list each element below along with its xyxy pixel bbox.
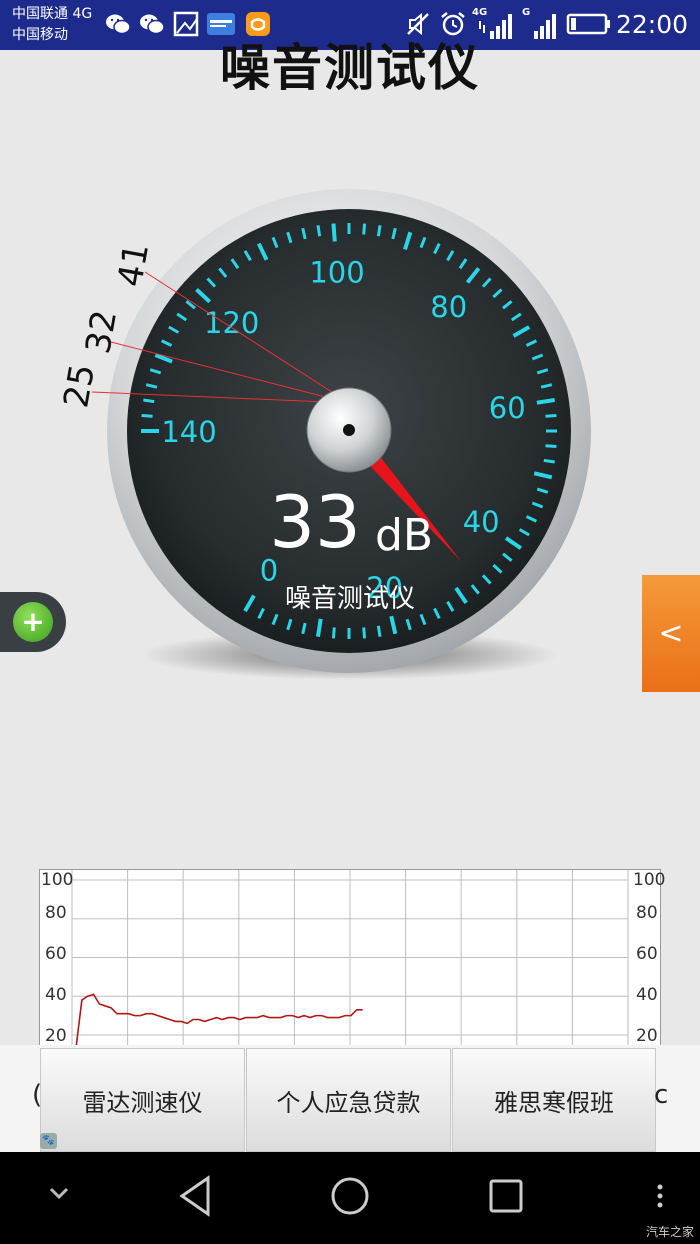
gauge-tick <box>316 225 322 237</box>
gauge-hub-pin <box>343 424 355 436</box>
peak-mark-max: 41 <box>110 240 158 290</box>
y-tick-right: 20 <box>636 1026 658 1046</box>
gauge-tick <box>316 618 323 637</box>
ad-logo-icon: 🐾 <box>40 1133 57 1149</box>
navigation-bar: 汽车之家 <box>0 1152 700 1244</box>
y-tick-left: 20 <box>45 1026 67 1046</box>
gauge-scale-label: 60 <box>489 391 526 425</box>
y-tick-right: 80 <box>636 903 658 923</box>
gauge-tick <box>376 225 382 237</box>
recents-icon[interactable] <box>486 1174 526 1218</box>
history-chart: 100 80 60 40 20 100 80 60 40 20 <box>39 869 665 1049</box>
gauge-scale-label: 140 <box>161 415 216 449</box>
ad-item[interactable]: 雅思寒假班 <box>452 1048 656 1152</box>
gauge-tick <box>141 413 153 418</box>
y-tick-left: 60 <box>45 944 67 964</box>
history-chart-plot <box>71 870 629 1048</box>
gauge-tick <box>362 223 367 235</box>
gauge-tick <box>545 444 557 449</box>
collapse-icon[interactable] <box>44 1184 74 1204</box>
gauge-tick <box>331 627 336 639</box>
reading-unit: dB <box>375 510 434 561</box>
noise-history-line <box>75 993 363 1048</box>
back-icon[interactable] <box>176 1174 216 1218</box>
watermark: 汽车之家 <box>645 1225 694 1239</box>
gauge-scale-label: 80 <box>430 290 467 324</box>
y-tick-left: 80 <box>45 903 67 923</box>
gauge-scale-label: 120 <box>204 306 259 340</box>
side-drawer-tab[interactable]: < <box>642 575 700 692</box>
ad-item[interactable]: 个人应急贷款 <box>246 1048 451 1152</box>
y-tick-left: 40 <box>45 985 67 1005</box>
peak-mark-current: 32 <box>78 307 126 357</box>
gauge-tick <box>376 625 382 637</box>
gauge-tick <box>536 398 555 405</box>
chevron-left-icon: < <box>658 616 684 651</box>
ad-banner: 雷达测速仪 个人应急贷款 雅思寒假班 <box>0 1045 700 1152</box>
gauge-tick <box>143 398 155 404</box>
y-tick-right: 60 <box>636 944 658 964</box>
gauge-tick <box>543 458 555 464</box>
y-tick-left: 100 <box>41 870 74 890</box>
gauge-label: 噪音测试仪 <box>284 584 415 614</box>
menu-icon[interactable] <box>652 1174 668 1218</box>
ad-edge-text: ( <box>32 1080 43 1110</box>
home-icon[interactable] <box>328 1174 372 1218</box>
gauge-tick <box>331 223 337 242</box>
add-icon: + <box>13 602 53 642</box>
gauge-scale-label: 40 <box>463 505 500 539</box>
ad-edge-text: c <box>654 1080 669 1110</box>
floating-add-button[interactable]: + <box>0 592 66 652</box>
peak-mark-min: 25 <box>56 361 104 411</box>
gauge-tick <box>362 627 367 639</box>
reading-value: 33 <box>269 480 361 564</box>
gauge-tick <box>545 413 557 418</box>
y-tick-right: 100 <box>633 870 666 890</box>
gauge-scale-label: 100 <box>309 255 364 289</box>
ad-item[interactable]: 雷达测速仪 <box>40 1048 245 1152</box>
y-tick-right: 40 <box>636 985 658 1005</box>
